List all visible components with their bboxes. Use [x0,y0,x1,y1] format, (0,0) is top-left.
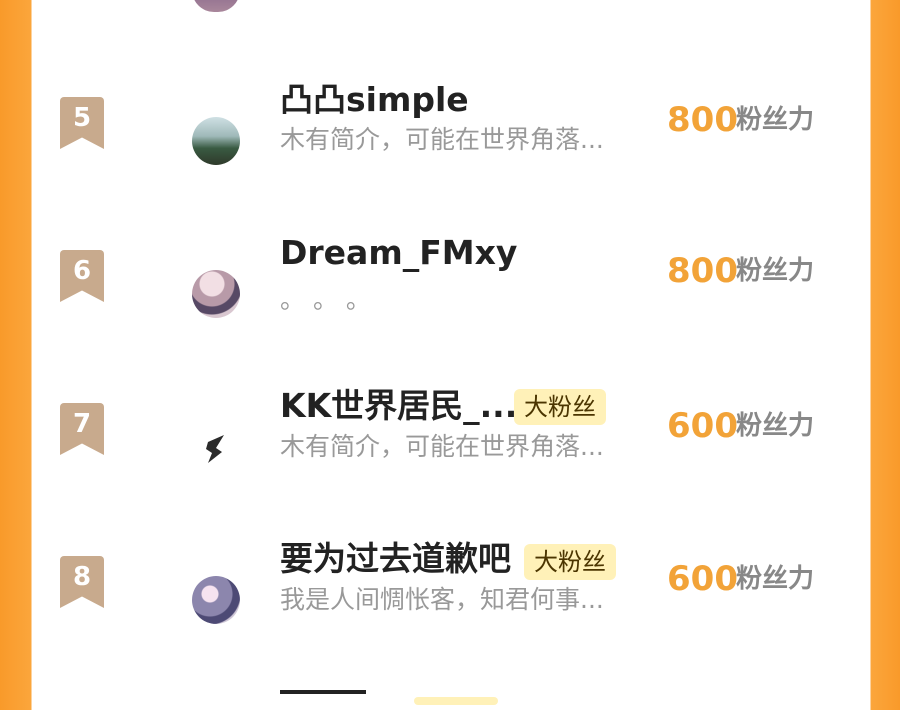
rank-badge-icon: 5 [60,97,104,149]
fan-power-unit: 粉丝力 [736,256,815,286]
partial-next-user-name [280,690,366,710]
user-description: 我是人间惆怅客，知君何事... [280,585,604,614]
user-name[interactable]: KK世界居民_... [280,386,517,426]
user-name[interactable]: 凸凸simple [280,80,469,120]
fan-ranking-card: 5 凸凸simple 木有简介，可能在世界角落... 800 粉丝力 6 Dre… [32,0,870,705]
ranking-row-6[interactable]: 6 Dream_FMxy 。 。 。 800 粉丝力 [32,233,870,403]
fan-power-unit: 粉丝力 [736,105,815,135]
avatar-shard-icon [206,435,224,463]
avatar[interactable] [192,576,240,624]
user-name[interactable]: Dream_FMxy [280,233,517,273]
rank-badge-icon: 7 [60,403,104,455]
fan-power-value: 600 [667,559,738,599]
fan-power-unit: 粉丝力 [736,411,815,441]
fan-power-value: 800 [667,100,738,140]
avatar[interactable] [192,425,240,473]
avatar[interactable] [192,117,240,165]
fan-power-unit: 粉丝力 [736,564,815,594]
user-description: 木有简介，可能在世界角落... [280,432,604,461]
big-fan-badge: 大粉丝 [514,389,606,425]
rank-number: 8 [72,562,92,592]
ranking-row-7[interactable]: 7 KK世界居民_... 大粉丝 木有简介，可能在世界角落... 600 粉丝力 [32,386,870,556]
ranking-row-8[interactable]: 8 要为过去道歉吧 大粉丝 我是人间惆怅客，知君何事... 600 粉丝力 [32,539,870,709]
partial-next-badge [414,697,498,705]
user-name[interactable]: 要为过去道歉吧 [280,539,511,579]
rank-badge-icon: 8 [60,556,104,608]
avatar[interactable] [192,270,240,318]
ranking-row-5[interactable]: 5 凸凸simple 木有简介，可能在世界角落... 800 粉丝力 [32,80,870,250]
big-fan-badge: 大粉丝 [524,544,616,580]
user-description: 。 。 。 [280,285,371,314]
rank-number: 6 [72,256,92,286]
user-description: 木有简介，可能在世界角落... [280,125,604,154]
rank-number: 5 [72,103,92,133]
fan-power-value: 800 [667,251,738,291]
rank-badge-icon: 6 [60,250,104,302]
rank-number: 7 [72,409,92,439]
partial-avatar-top[interactable] [192,0,240,12]
fan-power-value: 600 [667,406,738,446]
